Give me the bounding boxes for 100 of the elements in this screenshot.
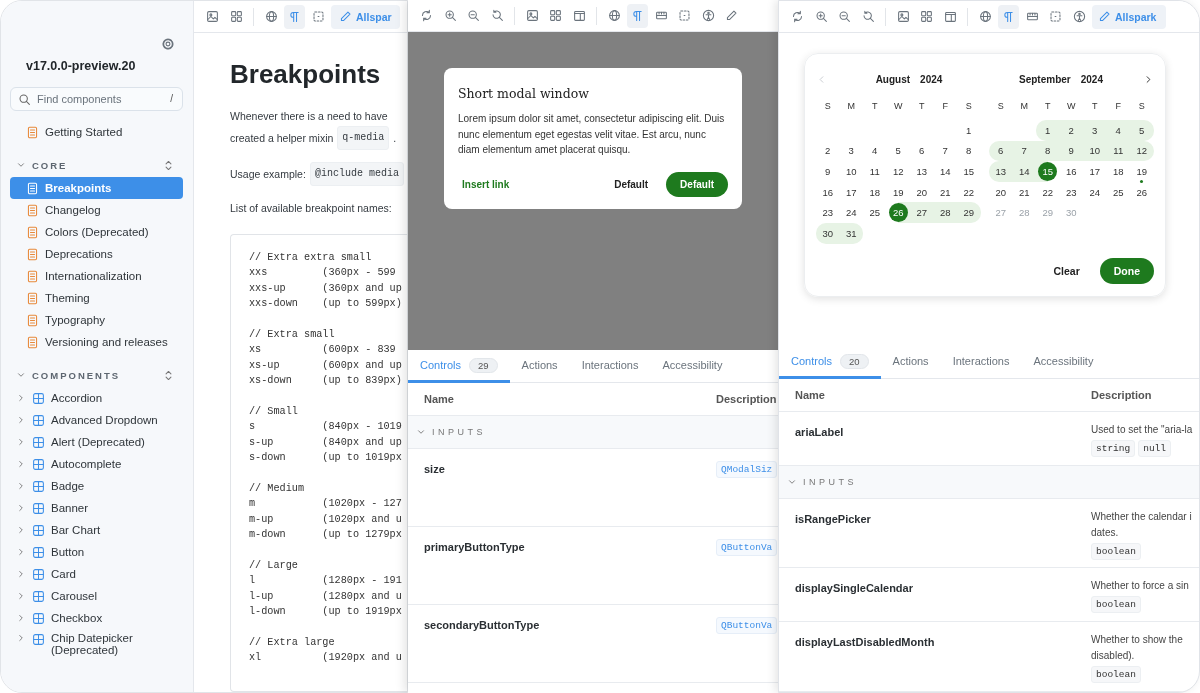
calendar-day[interactable]: 25	[1106, 181, 1130, 203]
calendar-day[interactable]: 28	[933, 202, 957, 223]
primary-button[interactable]: Default	[666, 171, 728, 197]
calendar-day[interactable]: 17	[1083, 161, 1107, 182]
sidebar-item[interactable]: Getting Started	[10, 121, 183, 143]
calendar-day[interactable]: 24	[1083, 181, 1107, 203]
section-header[interactable]: COMPONENTS	[10, 363, 183, 387]
sidebar-item[interactable]: Advanced Dropdown	[10, 409, 183, 431]
calendar-day[interactable]: 9	[816, 161, 840, 182]
chevron-icon	[16, 481, 26, 491]
calendar-day[interactable]: 8	[957, 140, 981, 162]
sidebar-item[interactable]: Chip Datepicker (Deprecated)	[10, 629, 183, 656]
calendar-day[interactable]: 6	[910, 140, 934, 162]
sidebar-item[interactable]: Changelog	[10, 199, 183, 221]
calendar-day[interactable]: 15	[957, 161, 981, 182]
calendar-day[interactable]: 7	[933, 140, 957, 162]
calendar-day[interactable]: 19	[886, 181, 910, 203]
calendar-day[interactable]: 8	[1036, 140, 1060, 162]
calendar-day[interactable]: 31	[839, 222, 863, 244]
sidebar-item[interactable]: Colors (Deprecated)	[10, 221, 183, 243]
calendar-day[interactable]: 3	[839, 140, 863, 162]
calendar-day[interactable]: 10	[1083, 140, 1107, 162]
calendar-day[interactable]: 5	[886, 140, 910, 162]
sidebar-item[interactable]: Bar Chart	[10, 519, 183, 541]
insert-link[interactable]: Insert link	[458, 172, 514, 196]
panel-tab[interactable]: Actions	[509, 350, 570, 383]
calendar-day[interactable]: 27	[910, 202, 934, 223]
calendar-day[interactable]: 20	[989, 181, 1013, 203]
sidebar-item[interactable]: Theming	[10, 287, 183, 309]
panel-tab[interactable]: Interactions	[940, 346, 1022, 379]
calendar-day[interactable]: 1	[957, 120, 981, 141]
sidebar-item[interactable]: Autocomplete	[10, 453, 183, 475]
calendar-day[interactable]: 2	[816, 140, 840, 162]
calendar-day[interactable]: 29	[957, 202, 981, 223]
default-button[interactable]: Default	[608, 172, 655, 196]
calendar-day[interactable]: 21	[1012, 181, 1036, 203]
calendar-day[interactable]: 22	[1036, 181, 1060, 203]
calendar-day[interactable]: 7	[1012, 140, 1036, 162]
done-button[interactable]: Done	[1099, 257, 1154, 284]
calendar-day[interactable]: 20	[910, 181, 934, 203]
panel-tab[interactable]: Interactions	[569, 350, 651, 383]
calendar-day[interactable]: 13	[910, 161, 934, 182]
calendar-day[interactable]: 26	[1130, 181, 1154, 203]
sidebar-item[interactable]: Checkbox	[10, 607, 183, 629]
sidebar-item[interactable]: Banner	[10, 497, 183, 519]
clear-button[interactable]: Clear	[1047, 258, 1086, 283]
calendar-day[interactable]: 14	[1012, 161, 1036, 182]
version-label: v17.0.0-preview.20	[26, 59, 137, 73]
calendar-day[interactable]: 14	[933, 161, 957, 182]
calendar-day[interactable]: 21	[933, 181, 957, 203]
calendar-day[interactable]: 18	[1106, 161, 1130, 182]
code-comment: // Small	[249, 405, 299, 420]
calendar-day[interactable]: 15	[1036, 161, 1060, 182]
calendar-day[interactable]: 30	[816, 222, 840, 244]
sidebar-item[interactable]: Accordion	[10, 387, 183, 409]
panel-tab[interactable]: Controls 29	[408, 350, 510, 383]
panel-tab[interactable]: Controls 20	[779, 346, 881, 379]
calendar-day[interactable]: 23	[816, 202, 840, 223]
toolbar-button[interactable]	[284, 4, 305, 29]
calendar-day[interactable]: 18	[863, 181, 887, 203]
section-header[interactable]: CORE	[10, 153, 183, 177]
toolbar-button[interactable]	[627, 3, 648, 28]
chevron-icon	[16, 591, 26, 601]
toolbar-button[interactable]	[998, 4, 1019, 29]
calendar-day[interactable]: 16	[816, 181, 840, 203]
component-icon	[32, 391, 45, 405]
calendar-day[interactable]: 4	[1106, 120, 1130, 141]
calendar-day[interactable]: 4	[863, 140, 887, 162]
property-name: displaySingleCalendar	[795, 582, 913, 595]
sidebar-item[interactable]: Badge	[10, 475, 183, 497]
calendar-day[interactable]: 22	[957, 181, 981, 203]
calendar-day[interactable]: 12	[1130, 140, 1154, 162]
panel-tab[interactable]: Accessibility	[1021, 346, 1106, 379]
sidebar-item[interactable]: Versioning and releases	[10, 331, 183, 353]
calendar-day[interactable]: 16	[1059, 161, 1083, 182]
calendar-day[interactable]: 11	[863, 161, 887, 182]
sidebar-item[interactable]: Internationalization	[10, 265, 183, 287]
sidebar-item[interactable]: Alert (Deprecated)	[10, 431, 183, 453]
calendar-day[interactable]: 2	[1059, 120, 1083, 141]
panel-tab[interactable]: Actions	[880, 346, 941, 379]
calendar-day[interactable]: 5	[1130, 120, 1154, 141]
calendar-day[interactable]: 26	[886, 202, 910, 223]
calendar-day[interactable]: 12	[886, 161, 910, 182]
calendar-day[interactable]: 1	[1036, 120, 1060, 141]
calendar-day[interactable]: 13	[989, 161, 1013, 182]
sidebar-item[interactable]: Deprecations	[10, 243, 183, 265]
sidebar-item[interactable]: Button	[10, 541, 183, 563]
calendar-day[interactable]: 10	[839, 161, 863, 182]
sidebar-item[interactable]: Carousel	[10, 585, 183, 607]
calendar-day[interactable]: 17	[839, 181, 863, 203]
property-name: isRangePicker	[795, 512, 871, 525]
calendar-day[interactable]: 24	[839, 202, 863, 223]
calendar-day[interactable]: 3	[1083, 120, 1107, 141]
sidebar-item[interactable]: Card	[10, 563, 183, 585]
calendar-day[interactable]: 23	[1059, 181, 1083, 203]
panel-tab[interactable]: Accessibility	[650, 350, 735, 383]
calendar-day[interactable]: 25	[863, 202, 887, 223]
calendar-day[interactable]: 19	[1130, 161, 1154, 182]
sidebar-item[interactable]: Typography	[10, 309, 183, 331]
calendar-day[interactable]: 6	[989, 140, 1013, 162]
